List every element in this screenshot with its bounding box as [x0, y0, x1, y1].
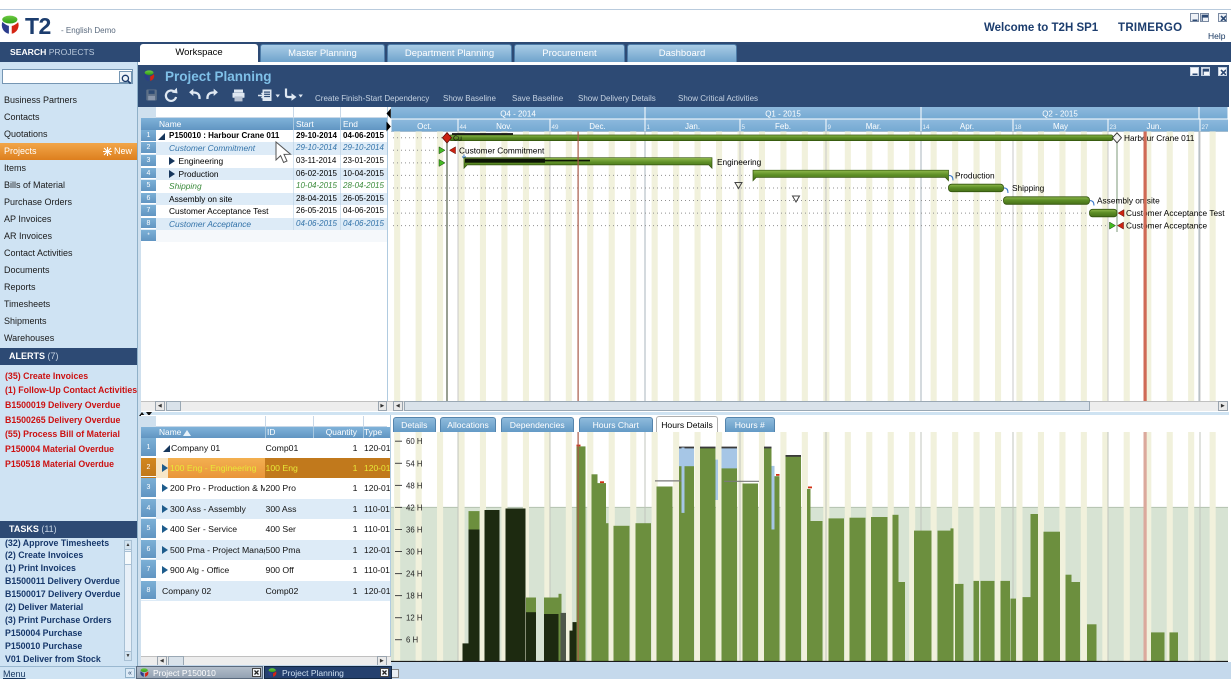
svg-text:Nov.: Nov. — [496, 122, 512, 131]
svg-text:Customer Acceptance: Customer Acceptance — [1126, 221, 1208, 231]
svg-text:14: 14 — [923, 124, 930, 131]
svg-text:Jan.: Jan. — [685, 122, 700, 131]
svg-text:Cu: Cu — [453, 135, 462, 142]
svg-text:Jun.: Jun. — [1146, 122, 1161, 131]
svg-text:Engineering: Engineering — [717, 157, 762, 167]
svg-text:54 H: 54 H — [406, 459, 422, 468]
svg-text:12 H: 12 H — [406, 614, 422, 623]
svg-text:Harbour Crane 011: Harbour Crane 011 — [1124, 133, 1195, 143]
svg-text:Dec.: Dec. — [589, 122, 605, 131]
svg-text:Mar.: Mar. — [866, 122, 882, 131]
svg-text:Apr.: Apr. — [960, 122, 974, 131]
svg-text:1: 1 — [647, 124, 651, 131]
svg-text:27: 27 — [1202, 124, 1209, 131]
svg-text:30 H: 30 H — [406, 548, 422, 557]
svg-text:24 H: 24 H — [406, 570, 422, 579]
svg-text:48 H: 48 H — [406, 481, 422, 490]
svg-text:18: 18 — [1015, 124, 1022, 131]
svg-text:42 H: 42 H — [406, 503, 422, 512]
svg-text:49: 49 — [552, 124, 559, 131]
svg-text:5: 5 — [742, 124, 746, 131]
svg-text:6 H: 6 H — [406, 636, 418, 645]
svg-text:Customer Commitment: Customer Commitment — [459, 145, 545, 155]
svg-text:Q1 - 2015: Q1 - 2015 — [765, 110, 801, 119]
svg-text:23: 23 — [1110, 124, 1117, 131]
svg-text:Customer Acceptance Test: Customer Acceptance Test — [1126, 208, 1225, 218]
svg-text:9: 9 — [828, 124, 832, 131]
svg-text:18 H: 18 H — [406, 592, 422, 601]
svg-text:May: May — [1053, 122, 1068, 131]
svg-text:Production: Production — [955, 170, 995, 180]
svg-text:44: 44 — [460, 124, 467, 131]
svg-text:36 H: 36 H — [406, 526, 422, 535]
svg-text:Q4 - 2014: Q4 - 2014 — [500, 110, 536, 119]
svg-text:Assembly on site: Assembly on site — [1097, 196, 1160, 206]
svg-text:Oct.: Oct. — [417, 122, 432, 131]
svg-text:60 H: 60 H — [406, 437, 422, 446]
svg-text:Feb.: Feb. — [775, 122, 791, 131]
svg-text:Q2 - 2015: Q2 - 2015 — [1042, 110, 1078, 119]
svg-text:Shipping: Shipping — [1012, 183, 1045, 193]
